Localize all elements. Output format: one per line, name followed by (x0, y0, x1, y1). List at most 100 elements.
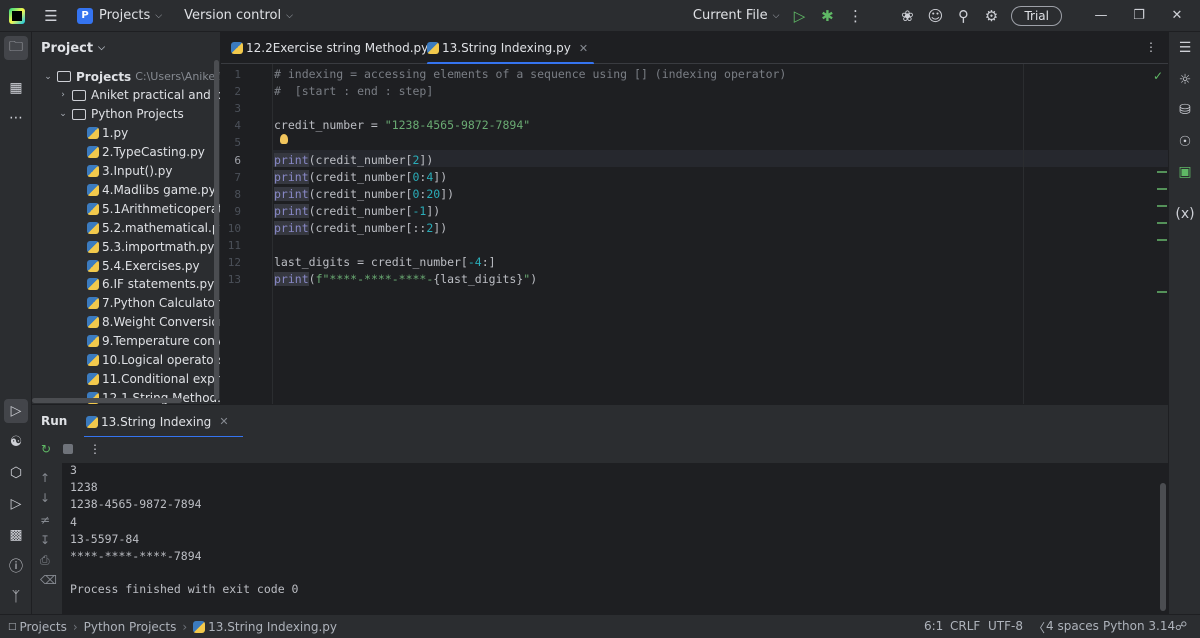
code-line[interactable]: print(credit_number[0:4]) (274, 169, 448, 184)
line-separator[interactable]: CRLF (950, 619, 980, 633)
read-only-lock-icon[interactable]: ☍ (1175, 619, 1187, 633)
scroll-down-icon[interactable]: ↓ (40, 491, 50, 505)
tree-file[interactable]: 3.Input().py (32, 162, 172, 181)
run-toolbar: ↻ ⋮ (32, 437, 1168, 463)
settings-gear-icon[interactable]: ⚙ (977, 2, 1005, 30)
more-actions-icon[interactable]: ⋮ (841, 2, 869, 30)
chevron-right-icon[interactable]: › (57, 90, 69, 100)
close-run-tab-icon[interactable]: ✕ (219, 415, 228, 428)
close-tab-icon[interactable]: ✕ (579, 42, 588, 55)
tree-file[interactable]: 8.Weight Conversion program (32, 313, 220, 332)
code-token: "1238-4565-9872-7894" (384, 118, 531, 133)
file-encoding[interactable]: UTF-8 (988, 619, 1023, 633)
code-token: ]) (433, 169, 448, 184)
tree-file[interactable]: 2.TypeCasting.py (32, 143, 205, 162)
tree-folder[interactable]: › Aniket practical and project (32, 86, 220, 105)
code-line[interactable]: # indexing = accessing elements of a seq… (274, 67, 786, 81)
problems-icon[interactable]: ⓘ (4, 554, 28, 578)
tab-string-indexing[interactable]: 13.String Indexing.py ✕ (427, 32, 595, 65)
code-line[interactable]: print(credit_number[-1]) (274, 203, 440, 218)
breadcrumb-item[interactable]: 13.String Indexing.py (208, 620, 337, 634)
version-control-menu[interactable]: Version control ⌵ (178, 4, 299, 28)
breadcrumb-item[interactable]: Projects (20, 620, 67, 634)
tab-exercise-string-method[interactable]: 12.2Exercise string Method.py (231, 32, 428, 64)
tree-folder[interactable]: ⌄ Python Projects (32, 105, 184, 124)
soft-wrap-icon[interactable]: ≠ (40, 513, 50, 527)
project-horizontal-scrollbar[interactable] (32, 398, 182, 403)
tree-file[interactable]: 6.IF statements.py (32, 275, 214, 294)
lightbulb-icon[interactable] (280, 134, 288, 144)
search-icon[interactable]: ⚲ (949, 2, 977, 30)
tree-folder[interactable]: ⌄ ProjectsC:\Users\Aniket\Des (32, 67, 220, 86)
coverage-icon[interactable]: ▣ (1173, 160, 1197, 184)
caret-position[interactable]: 6:1 (924, 619, 943, 633)
notifications-icon[interactable]: ☰ (1173, 36, 1197, 60)
tree-file[interactable]: 1.py (32, 124, 128, 143)
code-line[interactable]: print(credit_number[::2]) (274, 220, 447, 235)
rerun-icon[interactable]: ↻ (41, 442, 51, 456)
code-line[interactable]: credit_number = "1238-4565-9872-7894" (274, 118, 530, 132)
python-interpreter[interactable]: Python 3.14 (1103, 619, 1175, 633)
tree-file[interactable]: 10.Logical operators.py (32, 351, 220, 370)
more-tools-icon[interactable]: ⋯ (4, 106, 28, 130)
code-line[interactable]: print(credit_number[0:20]) (274, 186, 454, 201)
tree-file[interactable]: 4.Madlibs game.py (32, 180, 216, 199)
code-line[interactable]: print(credit_number[2]) (274, 152, 433, 167)
python-file-icon (87, 316, 99, 329)
run-tab-string-indexing[interactable]: 13.String Indexing ✕ (84, 405, 243, 438)
inspection-ok-icon[interactable]: ✓ (1153, 69, 1163, 83)
code-token: :] (481, 255, 496, 270)
chevron-down-icon[interactable]: ⌄ (42, 72, 54, 82)
stop-icon[interactable] (63, 444, 73, 454)
tree-file[interactable]: 5.1Arithmeticoperators.py (32, 199, 220, 218)
project-tool-icon[interactable]: 🗀 (4, 36, 28, 60)
tree-file[interactable]: 9.Temperature conversion (32, 332, 220, 351)
main-menu-icon[interactable]: ☰ (37, 2, 65, 30)
code-line[interactable]: print(f"****-****-****-{last_digits}") (274, 272, 537, 287)
minimize-icon[interactable]: — (1082, 8, 1120, 23)
endpoints-icon[interactable]: ☉ (1173, 130, 1197, 154)
project-vertical-scrollbar[interactable] (214, 60, 219, 400)
ai-assistant-icon[interactable]: ❀ (893, 2, 921, 30)
scroll-to-end-icon[interactable]: ↧ (40, 533, 50, 547)
version-control-icon[interactable]: ᛉ (4, 585, 28, 609)
ai-chat-icon[interactable]: ☼ (1173, 68, 1197, 92)
restore-icon[interactable]: ❐ (1120, 8, 1158, 23)
code-line[interactable]: last_digits = credit_number[-4:] (274, 255, 496, 269)
chevron-down-icon[interactable]: ⌄ (57, 109, 69, 119)
project-panel-title[interactable]: Project ⌵ (32, 32, 220, 64)
indent-setting[interactable]: 4 spaces (1046, 619, 1099, 633)
code-editor[interactable]: 1 2 3 4 5 6 7 8 9 10 11 12 13 # indexing = accessing… (221, 64, 1168, 404)
run-console-output[interactable]: 3 1238 1238-4565-9872-7894 4 13-5597-84 ****-… (62, 463, 1168, 614)
database-icon[interactable]: ⛁ (1173, 98, 1197, 122)
python-packages-icon[interactable]: ☯ (4, 430, 28, 454)
run-icon[interactable]: ▷ (785, 2, 813, 30)
scroll-up-icon[interactable]: ↑ (40, 471, 50, 485)
code-token: # indexing = accessing elements of a seq… (274, 67, 787, 81)
tree-file[interactable]: 7.Python Calculator Program (32, 294, 220, 313)
terminal-icon[interactable]: ▩ (4, 523, 28, 547)
tree-file[interactable]: 11.Conditional expression (32, 369, 220, 388)
structure-tool-icon[interactable]: ▦ (4, 76, 28, 100)
print-icon[interactable]: ⎙ (40, 553, 50, 568)
run-tool-icon[interactable]: ▷ (4, 399, 28, 423)
close-icon[interactable]: ✕ (1158, 8, 1196, 23)
add-user-icon[interactable]: ☺ (921, 2, 949, 30)
code-line[interactable]: # [start : end : step] (274, 84, 433, 98)
project-menu-label: Projects (99, 8, 151, 23)
python-console-icon[interactable]: ▷ (4, 492, 28, 516)
run-more-icon[interactable]: ⋮ (89, 442, 101, 456)
console-scrollbar[interactable] (1160, 483, 1166, 611)
project-menu[interactable]: P Projects ⌵ (71, 4, 168, 28)
tree-file[interactable]: 5.2.mathematical.py (32, 218, 220, 237)
tree-file[interactable]: 5.3.importmath.py (32, 237, 214, 256)
debug-icon[interactable]: ✱ (813, 2, 841, 30)
clear-trash-icon[interactable]: ⌫ (40, 573, 57, 587)
breadcrumb-item[interactable]: Python Projects (84, 620, 177, 634)
run-configuration-selector[interactable]: Current File ⌵ (687, 4, 786, 28)
services-icon[interactable]: ⬡ (4, 461, 28, 485)
tab-options-icon[interactable]: ⋮ (1145, 40, 1157, 54)
tree-file[interactable]: 5.4.Exercises.py (32, 256, 200, 275)
trial-button[interactable]: Trial (1011, 5, 1062, 26)
variables-icon[interactable]: (x) (1173, 202, 1197, 226)
